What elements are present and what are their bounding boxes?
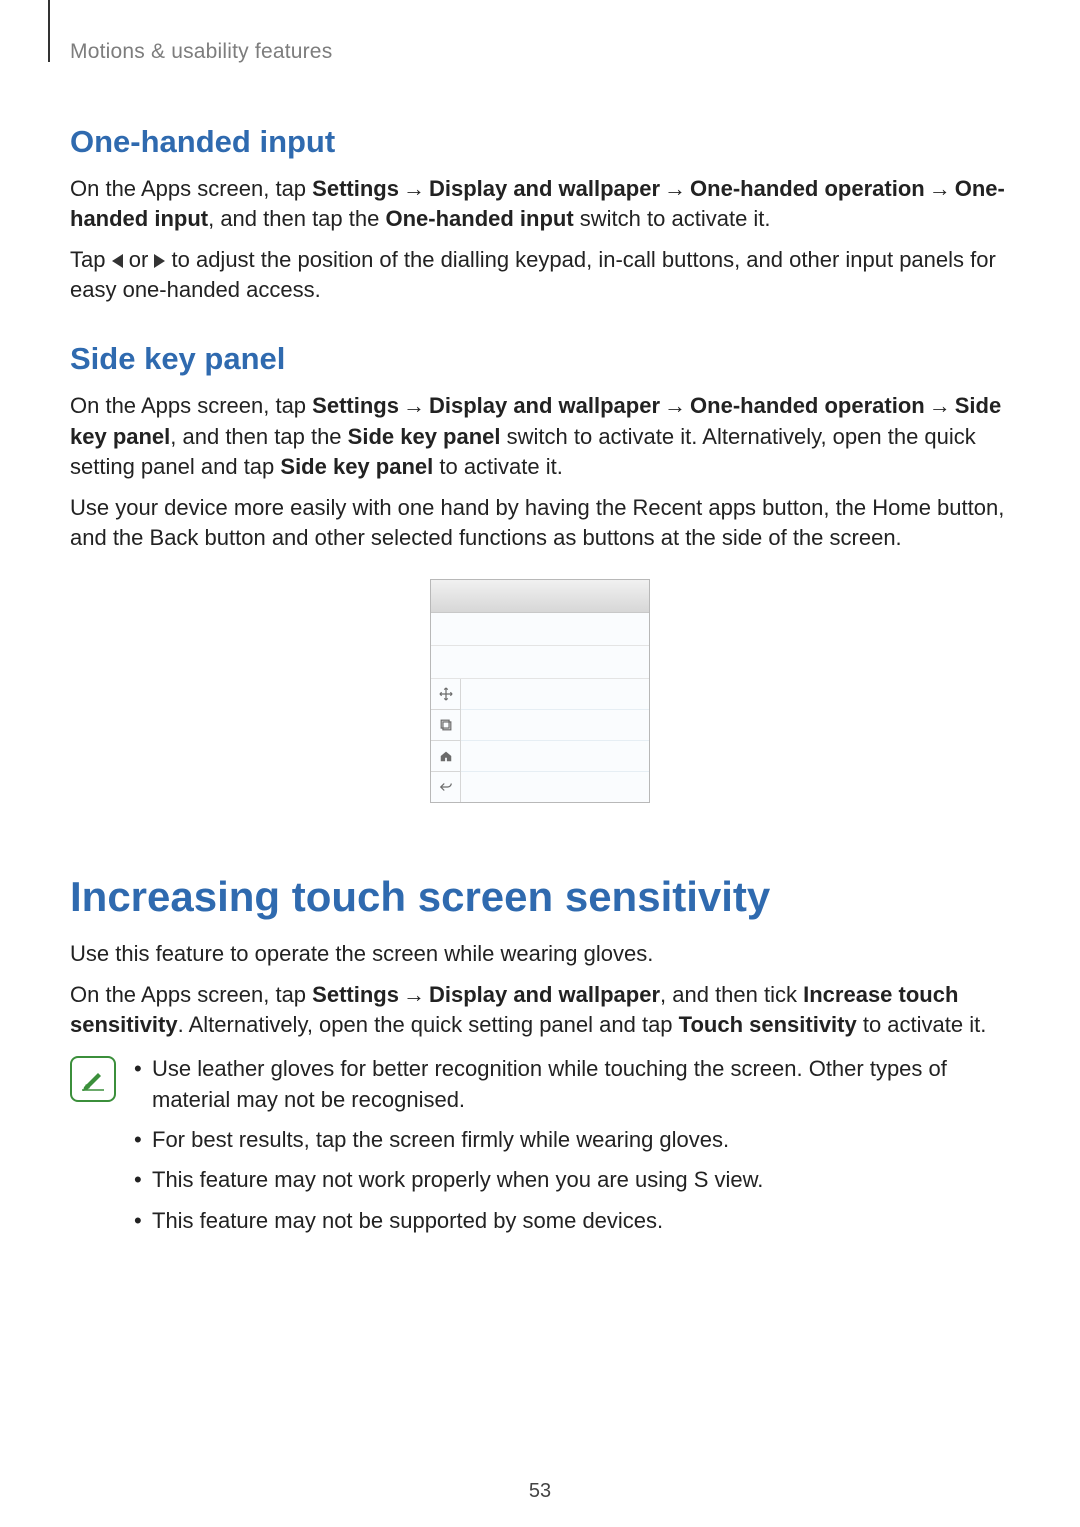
arrow-glyph: → <box>925 176 955 201</box>
text: , and then tap the <box>170 424 347 449</box>
home-icon <box>439 749 453 763</box>
text: , and then tick <box>660 982 803 1007</box>
subhead-side-key-panel: Side key panel <box>70 341 1010 377</box>
text-bold: Display and wallpaper <box>429 176 660 201</box>
device-row <box>431 613 649 646</box>
text: to activate it. <box>857 1012 987 1037</box>
device-illustration <box>430 579 650 803</box>
back-icon <box>439 780 453 794</box>
text: On the Apps screen, tap <box>70 393 312 418</box>
text-bold: Display and wallpaper <box>429 982 660 1007</box>
arrow-glyph: → <box>925 393 955 418</box>
section-side-key-panel: Side key panel On the Apps screen, tap S… <box>70 341 1010 803</box>
side-key-recent <box>431 709 460 740</box>
text-bold: One-handed operation <box>690 176 925 201</box>
arrow-glyph: → <box>399 176 429 201</box>
text-bold: Side key panel <box>280 454 433 479</box>
section-one-handed-input: One-handed input On the Apps screen, tap… <box>70 124 1010 305</box>
triangle-right-icon <box>154 254 165 268</box>
text-bold: Settings <box>312 982 399 1007</box>
arrow-glyph: → <box>660 176 690 201</box>
text: to adjust the position of the dialling k… <box>70 247 996 302</box>
main-head-sensitivity: Increasing touch screen sensitivity <box>70 873 1010 921</box>
device-grid <box>431 679 649 802</box>
text-bold: One-handed operation <box>690 393 925 418</box>
page-number: 53 <box>0 1480 1080 1503</box>
text: . Alternatively, open the quick setting … <box>178 1012 679 1037</box>
one-handed-para-1: On the Apps screen, tap Settings→Display… <box>70 174 1010 235</box>
device-row <box>461 709 649 740</box>
subhead-one-handed-input: One-handed input <box>70 124 1010 160</box>
device-illustration-wrap <box>70 579 1010 803</box>
move-icon <box>439 687 453 701</box>
text-bold: Settings <box>312 176 399 201</box>
note-item: This feature may not work properly when … <box>130 1165 1010 1195</box>
triangle-left-icon <box>112 254 123 268</box>
memo-icon <box>80 1066 106 1092</box>
sensitivity-para-2: On the Apps screen, tap Settings→Display… <box>70 980 1010 1041</box>
arrow-glyph: → <box>399 393 429 418</box>
text: to activate it. <box>433 454 563 479</box>
side-key-column <box>431 679 461 802</box>
document-page: Motions & usability features One-handed … <box>0 0 1080 1527</box>
side-key-move <box>431 679 460 709</box>
device-main-column <box>461 679 649 802</box>
text: On the Apps screen, tap <box>70 982 312 1007</box>
page-header: Motions & usability features <box>70 40 1010 64</box>
note-icon <box>70 1056 116 1102</box>
side-key-para-2: Use your device more easily with one han… <box>70 493 1010 554</box>
text: On the Apps screen, tap <box>70 176 312 201</box>
header-rule <box>48 0 50 62</box>
arrow-glyph: → <box>399 982 429 1007</box>
text-bold: One-handed input <box>385 206 573 231</box>
note-item: For best results, tap the screen firmly … <box>130 1125 1010 1155</box>
text-bold: Side key panel <box>348 424 501 449</box>
text-bold: Touch sensitivity <box>679 1012 857 1037</box>
sensitivity-para-1: Use this feature to operate the screen w… <box>70 939 1010 969</box>
device-row <box>461 771 649 802</box>
device-row <box>461 679 649 709</box>
text-bold: Display and wallpaper <box>429 393 660 418</box>
text: , and then tap the <box>208 206 385 231</box>
note-item: This feature may not be supported by som… <box>130 1206 1010 1236</box>
one-handed-para-2: Tap or to adjust the position of the dia… <box>70 245 1010 306</box>
text: switch to activate it. <box>574 206 771 231</box>
text: Tap <box>70 247 112 272</box>
note-item: Use leather gloves for better recognitio… <box>130 1054 1010 1115</box>
side-key-back <box>431 771 460 802</box>
arrow-glyph: → <box>660 393 690 418</box>
device-status-bar <box>431 580 649 613</box>
note-block: Use leather gloves for better recognitio… <box>70 1054 1010 1246</box>
side-key-home <box>431 740 460 771</box>
device-row <box>461 740 649 771</box>
note-list: Use leather gloves for better recognitio… <box>130 1054 1010 1246</box>
side-key-para-1: On the Apps screen, tap Settings→Display… <box>70 391 1010 482</box>
device-row <box>431 646 649 679</box>
text-bold: Settings <box>312 393 399 418</box>
recent-apps-icon <box>439 718 453 732</box>
text: or <box>123 247 155 272</box>
